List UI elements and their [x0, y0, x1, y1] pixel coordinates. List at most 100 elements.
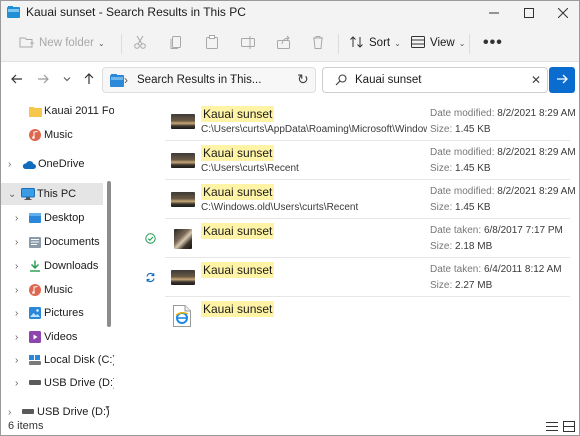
back-button[interactable]: [7, 70, 27, 90]
paste-button[interactable]: [204, 32, 220, 54]
result-row[interactable]: Kauai sunset C:\Users\curts\Recent Date …: [165, 142, 576, 180]
new-folder-button[interactable]: New folder ⌄: [19, 32, 105, 54]
clipboard-icon: [204, 34, 220, 53]
sort-button[interactable]: Sort ⌄: [349, 32, 401, 54]
sidebar-item-usb-drive-root[interactable]: › USB Drive (D:): [1, 401, 114, 418]
search-input[interactable]: Kauai sunset: [355, 74, 422, 86]
drive-icon: [29, 354, 41, 366]
result-row[interactable]: Kauai sunset Date taken: 6/4/2011 8:12 A…: [146, 259, 570, 297]
title-bar: Kauai sunset - Search Results in This PC: [1, 1, 579, 24]
search-icon: [335, 74, 347, 89]
music-icon: [29, 129, 41, 141]
chevron-right-icon: ›: [15, 331, 19, 343]
search-folder-icon: [110, 74, 124, 90]
toolbar-divider: [469, 34, 470, 54]
file-path: C:\Users\curts\AppData\Roaming\Microsoft…: [201, 124, 427, 135]
result-row[interactable]: Kauai sunset Date taken: 6/8/2017 7:17 P…: [145, 220, 570, 258]
view-button[interactable]: View ⌄: [410, 32, 465, 54]
details-view-icon[interactable]: [546, 421, 558, 435]
window-title: Kauai sunset - Search Results in This PC: [26, 5, 246, 19]
chevron-right-icon: ›: [15, 307, 19, 319]
copy-button[interactable]: [168, 32, 184, 54]
sidebar-item-label: OneDrive: [38, 158, 85, 170]
internet-shortcut-icon: [173, 305, 191, 327]
sidebar-item-local-disk[interactable]: › Local Disk (C:): [1, 349, 114, 371]
image-thumbnail: [171, 270, 195, 285]
status-bar: 6 items: [1, 418, 579, 435]
sidebar-item-videos[interactable]: › Videos: [1, 326, 114, 348]
clear-search-icon[interactable]: ✕: [531, 73, 541, 87]
rename-button[interactable]: [240, 32, 256, 54]
usb-drive-icon: [29, 380, 41, 386]
documents-icon: [29, 236, 41, 248]
sidebar-item-usb-drive[interactable]: › USB Drive (D:): [1, 372, 114, 394]
search-go-button[interactable]: [549, 67, 575, 93]
sidebar-item-label: Music: [44, 129, 73, 141]
minimize-button[interactable]: [477, 1, 511, 24]
file-name: Kauai sunset: [201, 301, 275, 317]
rename-icon: [240, 34, 256, 53]
sidebar-item-this-pc[interactable]: ⌄ This PC: [1, 183, 103, 205]
chevron-right-icon: ›: [231, 73, 235, 87]
up-button[interactable]: [79, 70, 99, 90]
image-thumbnail: [171, 153, 195, 168]
file-date: Date taken: 6/4/2011 8:12 AM: [430, 264, 562, 275]
file-name: Kauai sunset: [201, 145, 275, 161]
search-box[interactable]: Kauai sunset ✕: [322, 67, 548, 93]
delete-button[interactable]: [310, 32, 326, 54]
sidebar-item-documents[interactable]: › Documents: [1, 231, 114, 253]
desktop-icon: [29, 213, 41, 223]
sync-icon: [145, 272, 156, 286]
tiles-view-icon[interactable]: [563, 421, 575, 435]
available-icon: [145, 233, 156, 247]
cut-button[interactable]: [132, 32, 148, 54]
address-bar[interactable]: › Search Results in This... › ↻: [102, 67, 316, 93]
refresh-icon[interactable]: ↻: [297, 71, 309, 88]
sort-label: Sort: [369, 37, 391, 49]
sidebar-item-kauai-2011-folder[interactable]: Kauai 2011 For: [1, 100, 114, 122]
new-folder-label: New folder: [39, 37, 94, 49]
file-explorer-window: Kauai sunset - Search Results in This PC…: [0, 0, 580, 436]
share-icon: [276, 34, 292, 53]
address-path: Search Results in This...: [137, 74, 262, 86]
more-options-button[interactable]: •••: [483, 32, 503, 54]
chevron-right-icon: ›: [124, 73, 128, 87]
sidebar-item-onedrive[interactable]: › OneDrive: [1, 153, 114, 175]
result-row[interactable]: Kauai sunset C:\Users\curts\AppData\Roam…: [165, 103, 576, 141]
file-name: Kauai sunset: [201, 223, 275, 239]
file-date: Date modified: 8/2/2021 8:29 AM: [430, 186, 576, 197]
address-bar-row: › Search Results in This... › ↻ Kauai su…: [1, 62, 579, 98]
sort-icon: [349, 34, 365, 53]
chevron-right-icon: ›: [15, 212, 19, 224]
new-folder-icon: [19, 35, 35, 52]
sidebar-scrollbar-thumb[interactable]: [107, 181, 111, 327]
sidebar-item-label: USB Drive (D:): [37, 406, 110, 418]
sidebar-item-desktop[interactable]: › Desktop: [1, 207, 114, 229]
close-button[interactable]: [546, 1, 579, 24]
sidebar-item-label: Kauai 2011 For: [44, 105, 114, 117]
sidebar-item-label: USB Drive (D:): [44, 377, 114, 389]
sidebar-item-downloads[interactable]: › Downloads: [1, 255, 114, 277]
result-row[interactable]: Kauai sunset: [165, 298, 570, 336]
sidebar-item-music[interactable]: › Music: [1, 279, 114, 301]
sidebar-item-label: Videos: [44, 331, 78, 343]
sidebar-item-label: Downloads: [44, 260, 99, 272]
chevron-right-icon: ›: [8, 158, 12, 170]
maximize-button[interactable]: [512, 1, 546, 24]
scroll-down-arrow-icon[interactable]: ▼: [104, 405, 111, 412]
sidebar-item-pictures[interactable]: › Pictures: [1, 302, 114, 324]
recent-locations-button[interactable]: [57, 70, 77, 90]
file-size: Size: 2.27 MB: [430, 280, 493, 291]
search-results-list: Kauai sunset C:\Users\curts\AppData\Roam…: [114, 98, 579, 418]
item-count: 6 items: [8, 420, 44, 432]
share-button[interactable]: [276, 32, 292, 54]
chevron-right-icon: ›: [15, 260, 19, 272]
arrow-left-icon: [10, 72, 24, 89]
sidebar-item-label: Local Disk (C:): [44, 354, 114, 366]
toolbar-divider: [121, 34, 122, 54]
forward-button[interactable]: [33, 70, 53, 90]
sidebar-item-music-quick[interactable]: Music: [1, 124, 114, 146]
sidebar-item-label: This PC: [37, 188, 77, 200]
sidebar-item-label: Pictures: [44, 307, 84, 319]
result-row[interactable]: Kauai sunset C:\Windows.old\Users\curts\…: [165, 181, 576, 219]
